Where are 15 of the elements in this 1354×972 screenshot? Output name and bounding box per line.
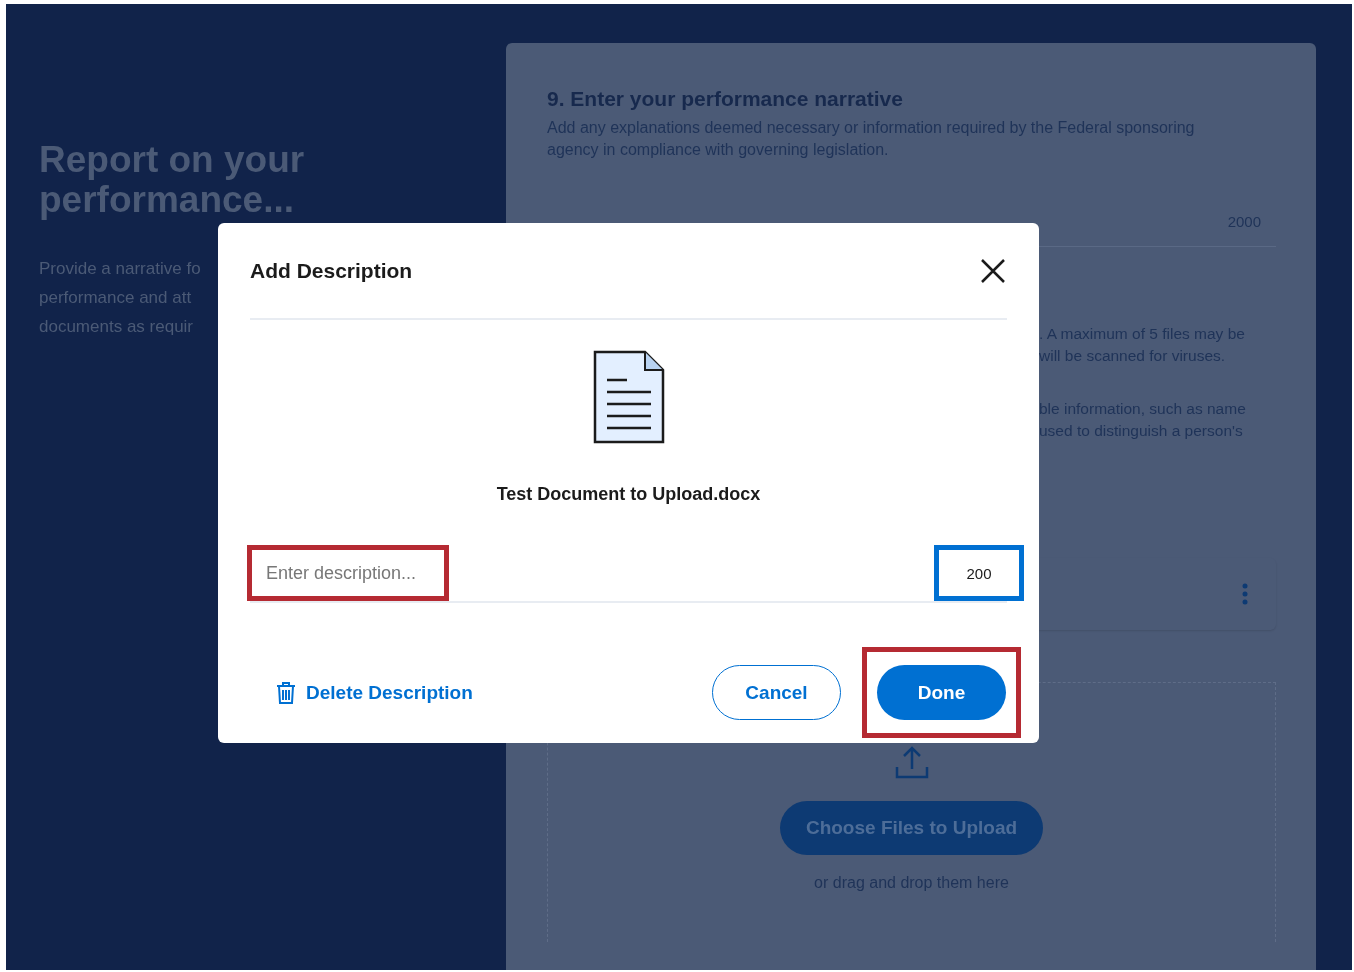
dialog-title: Add Description — [250, 258, 413, 283]
done-button[interactable]: Done — [877, 665, 1006, 720]
intro-text: performance and att — [39, 287, 192, 309]
document-icon — [592, 350, 665, 444]
description-field[interactable]: Enter description... — [247, 545, 449, 601]
upload-icon — [894, 745, 929, 779]
delete-description-link[interactable]: Delete Description — [276, 681, 473, 704]
character-counter: 200 — [934, 545, 1024, 601]
intro-text: Provide a narrative fo — [39, 258, 201, 280]
trash-icon — [276, 681, 296, 704]
file-name: Test Document to Upload.docx — [496, 484, 761, 505]
intro-text: documents as requir — [39, 316, 194, 338]
close-button[interactable] — [979, 256, 1007, 285]
cancel-button[interactable]: Cancel — [712, 665, 841, 720]
page-title: Report on your performance... — [39, 140, 306, 220]
